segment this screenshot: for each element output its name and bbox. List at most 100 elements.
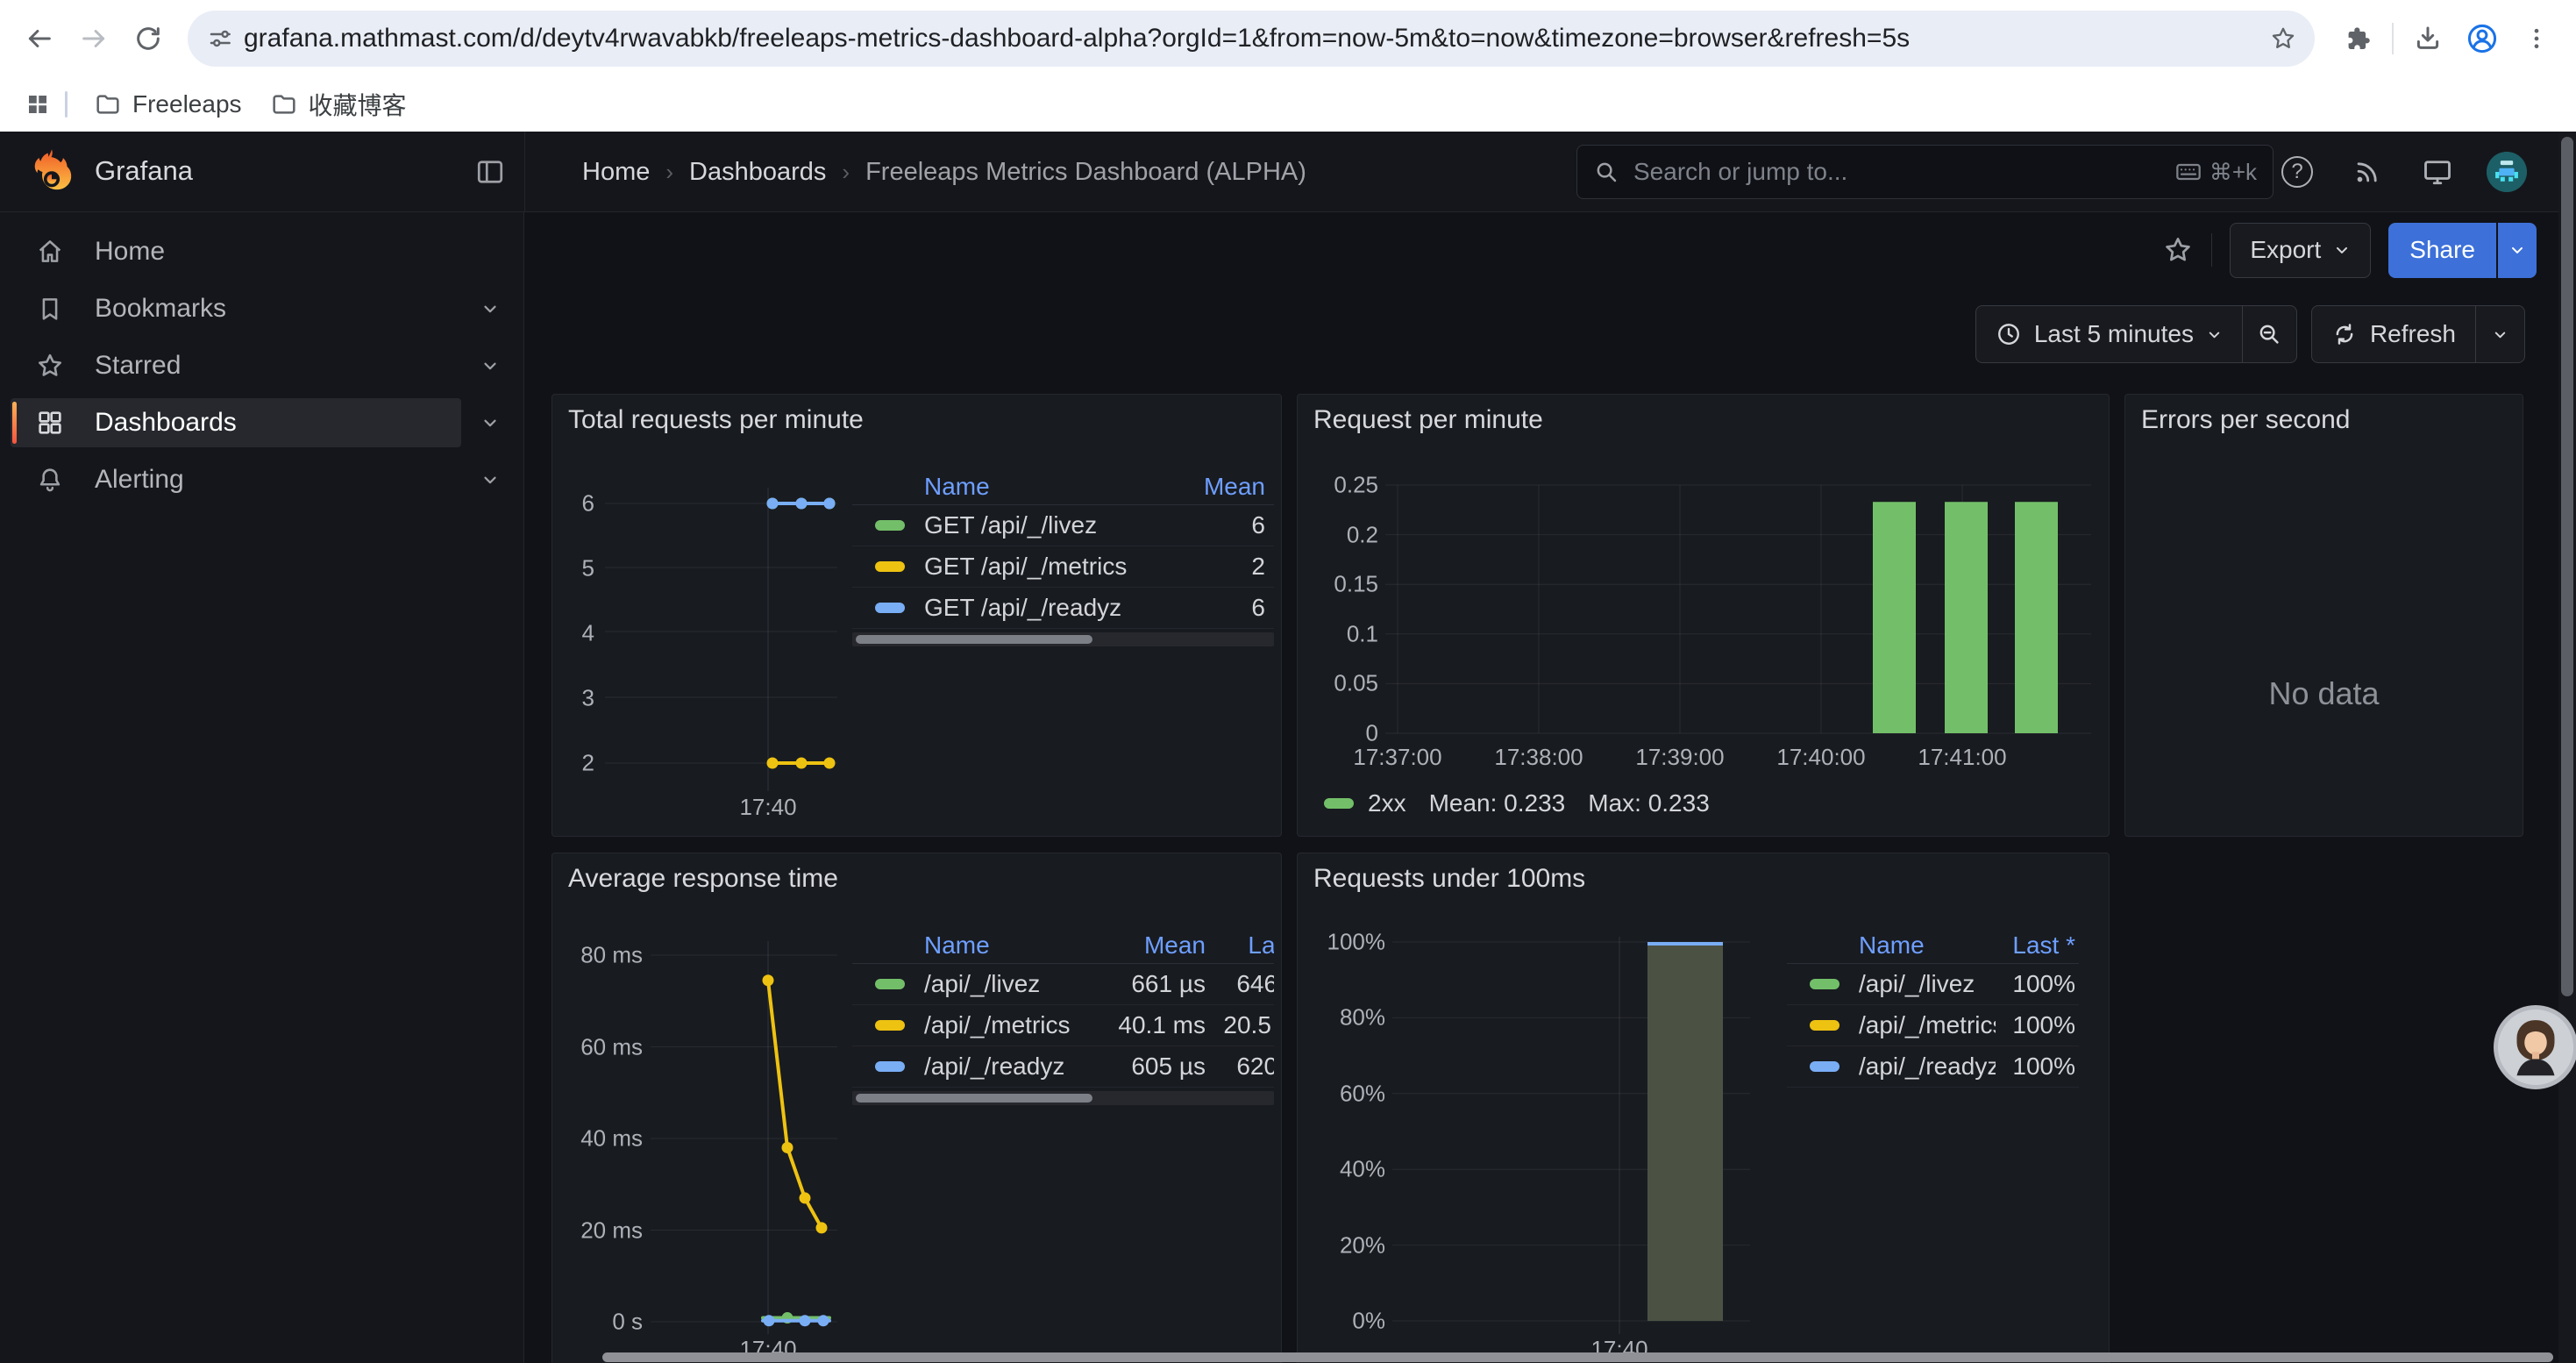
panel-title[interactable]: Requests under 100ms [1313, 864, 1585, 894]
chevron-down-icon[interactable] [480, 299, 500, 318]
chevron-down-icon[interactable] [480, 470, 500, 489]
sidebar-item-home[interactable]: Home [0, 227, 523, 276]
series-max-stat: Max: 0.233 [1588, 789, 1710, 817]
legend-scrollbar[interactable] [852, 1091, 1274, 1105]
legend-row[interactable]: /api/_/metrics 40.1 ms 20.5 ms [852, 1005, 1274, 1046]
breadcrumb-separator: › [842, 159, 850, 186]
scrollbar-thumb[interactable] [856, 635, 1092, 644]
legend-row[interactable]: GET /api/_/metrics 2 [852, 546, 1274, 588]
series-mean: 605 µs [1099, 1053, 1206, 1081]
download-icon[interactable] [2401, 11, 2455, 66]
legend-bottom: 2xx Mean: 0.233 Max: 0.233 [1324, 789, 1710, 817]
bookmark-star-icon[interactable] [2259, 14, 2308, 63]
series-mean: 40.1 ms [1099, 1011, 1206, 1039]
site-settings-icon[interactable] [196, 15, 244, 62]
legend-header-name[interactable]: Name [852, 473, 1178, 501]
sidebar-item-alerting[interactable]: Alerting [0, 455, 523, 504]
legend-header-last[interactable]: Last * [1206, 931, 1274, 960]
address-bar[interactable]: grafana.mathmast.com/d/deytv4rwavabkb/fr… [188, 11, 2315, 67]
export-button[interactable]: Export [2230, 223, 2371, 278]
legend-header-mean[interactable]: Mean [1099, 931, 1206, 960]
panel-title[interactable]: Errors per second [2141, 405, 2350, 435]
series-name[interactable]: GET /api/_/livez [924, 511, 1178, 539]
request-per-minute-chart[interactable]: 17:37:0017:38:0017:39:0017:40:0017:41:00… [1298, 395, 2109, 836]
series-name[interactable]: /api/_/readyz [924, 1053, 1099, 1081]
panel-average-response-time: Average response time 80 ms60 ms40 ms20 … [551, 853, 1282, 1363]
time-range-group: Last 5 minutes [1975, 305, 2297, 363]
legend-header-mean[interactable]: Mean [1178, 473, 1274, 501]
dock-menu-icon[interactable] [474, 156, 506, 188]
bookmark-folder-freeleaps[interactable]: Freeleaps [80, 83, 256, 125]
scrollbar-thumb[interactable] [602, 1352, 2553, 1362]
floating-assistant-avatar[interactable] [2494, 1005, 2576, 1089]
series-name[interactable]: GET /api/_/metrics [924, 553, 1178, 581]
legend-row[interactable]: GET /api/_/livez 6 [852, 505, 1274, 546]
news-rss-icon[interactable] [2351, 155, 2384, 189]
time-range-picker[interactable]: Last 5 minutes [1976, 306, 2242, 362]
legend-row[interactable]: /api/_/metrics 100% [1787, 1005, 2079, 1046]
apps-grid-icon[interactable] [18, 84, 58, 125]
scrollbar-thumb[interactable] [2561, 137, 2573, 996]
series-name[interactable]: /api/_/readyz [1859, 1053, 1996, 1081]
series-name[interactable]: /api/_/livez [924, 970, 1099, 998]
search-bar[interactable]: ⌘+k [1576, 145, 2274, 199]
panel-title[interactable]: Request per minute [1313, 405, 1543, 435]
series-color-swatch [875, 1020, 905, 1031]
bookmark-folder-blogs[interactable]: 收藏博客 [256, 83, 421, 125]
forward-icon[interactable] [67, 11, 121, 66]
screen: grafana.mathmast.com/d/deytv4rwavabkb/fr… [0, 0, 2576, 1363]
vertical-scrollbar[interactable] [2558, 132, 2576, 1363]
share-button[interactable]: Share [2388, 223, 2496, 278]
search-icon [1593, 159, 1619, 185]
legend-row[interactable]: /api/_/livez 661 µs 646 µs [852, 964, 1274, 1005]
browser-menu-icon[interactable] [2509, 11, 2564, 66]
favorite-star-icon[interactable] [2162, 234, 2194, 266]
zoom-out-button[interactable] [2242, 306, 2296, 362]
legend-row[interactable]: /api/_/readyz 605 µs 620 µs [852, 1046, 1274, 1088]
breadcrumb-home[interactable]: Home [582, 158, 650, 187]
chevron-down-icon[interactable] [480, 356, 500, 375]
legend-item[interactable]: 2xx [1324, 789, 1406, 817]
grafana-logo[interactable] [28, 147, 75, 198]
chevron-down-icon[interactable] [480, 413, 500, 432]
legend-header: Name Last * [1787, 927, 2079, 964]
series-mean: 6 [1178, 594, 1274, 622]
legend-scrollbar[interactable] [852, 632, 1274, 646]
legend-header-last[interactable]: Last * [1996, 931, 2079, 960]
series-color-swatch [875, 561, 905, 572]
user-avatar[interactable] [2487, 152, 2527, 192]
breadcrumb-dashboards[interactable]: Dashboards [689, 158, 826, 187]
browser-profile-icon[interactable] [2455, 11, 2509, 66]
y-axis-tick: 40 ms [559, 1125, 643, 1152]
series-name[interactable]: GET /api/_/readyz [924, 594, 1178, 622]
panel-total-requests-per-minute: Total requests per minute 6543217:40 Nam… [551, 394, 1282, 837]
legend-row[interactable]: /api/_/livez 100% [1787, 964, 2079, 1005]
refresh-button[interactable]: Refresh [2312, 306, 2475, 362]
search-input[interactable] [1632, 157, 2162, 187]
series-name[interactable]: /api/_/livez [1859, 970, 1996, 998]
sidebar-item-bookmarks[interactable]: Bookmarks [0, 284, 523, 333]
panel-title[interactable]: Total requests per minute [568, 405, 864, 435]
legend-row[interactable]: GET /api/_/readyz 6 [852, 588, 1274, 629]
panel-title[interactable]: Average response time [568, 864, 838, 894]
legend-table: Name Mean GET /api/_/livez 6 GET /api/_/… [852, 468, 1274, 646]
back-icon[interactable] [12, 11, 67, 66]
share-dropdown-button[interactable] [2498, 223, 2537, 278]
sidebar-item-dashboards[interactable]: Dashboards [0, 398, 523, 447]
legend-header-name[interactable]: Name [852, 931, 1099, 960]
help-icon[interactable]: ? [2281, 155, 2314, 189]
y-axis-tick: 20 ms [559, 1217, 643, 1244]
series-name[interactable]: /api/_/metrics [1859, 1011, 1996, 1039]
y-axis-tick: 3 [559, 685, 594, 712]
extensions-icon[interactable] [2330, 11, 2385, 66]
refresh-interval-dropdown[interactable] [2475, 306, 2524, 362]
scrollbar-thumb[interactable] [856, 1094, 1092, 1103]
legend-header-name[interactable]: Name [1787, 931, 1996, 960]
reload-icon[interactable] [121, 11, 175, 66]
sidebar-item-starred[interactable]: Starred [0, 341, 523, 390]
monitor-icon[interactable] [2421, 155, 2454, 189]
horizontal-scrollbar[interactable] [524, 1351, 2558, 1363]
url-text[interactable]: grafana.mathmast.com/d/deytv4rwavabkb/fr… [244, 24, 2259, 54]
series-name[interactable]: /api/_/metrics [924, 1011, 1099, 1039]
legend-row[interactable]: /api/_/readyz 100% [1787, 1046, 2079, 1088]
